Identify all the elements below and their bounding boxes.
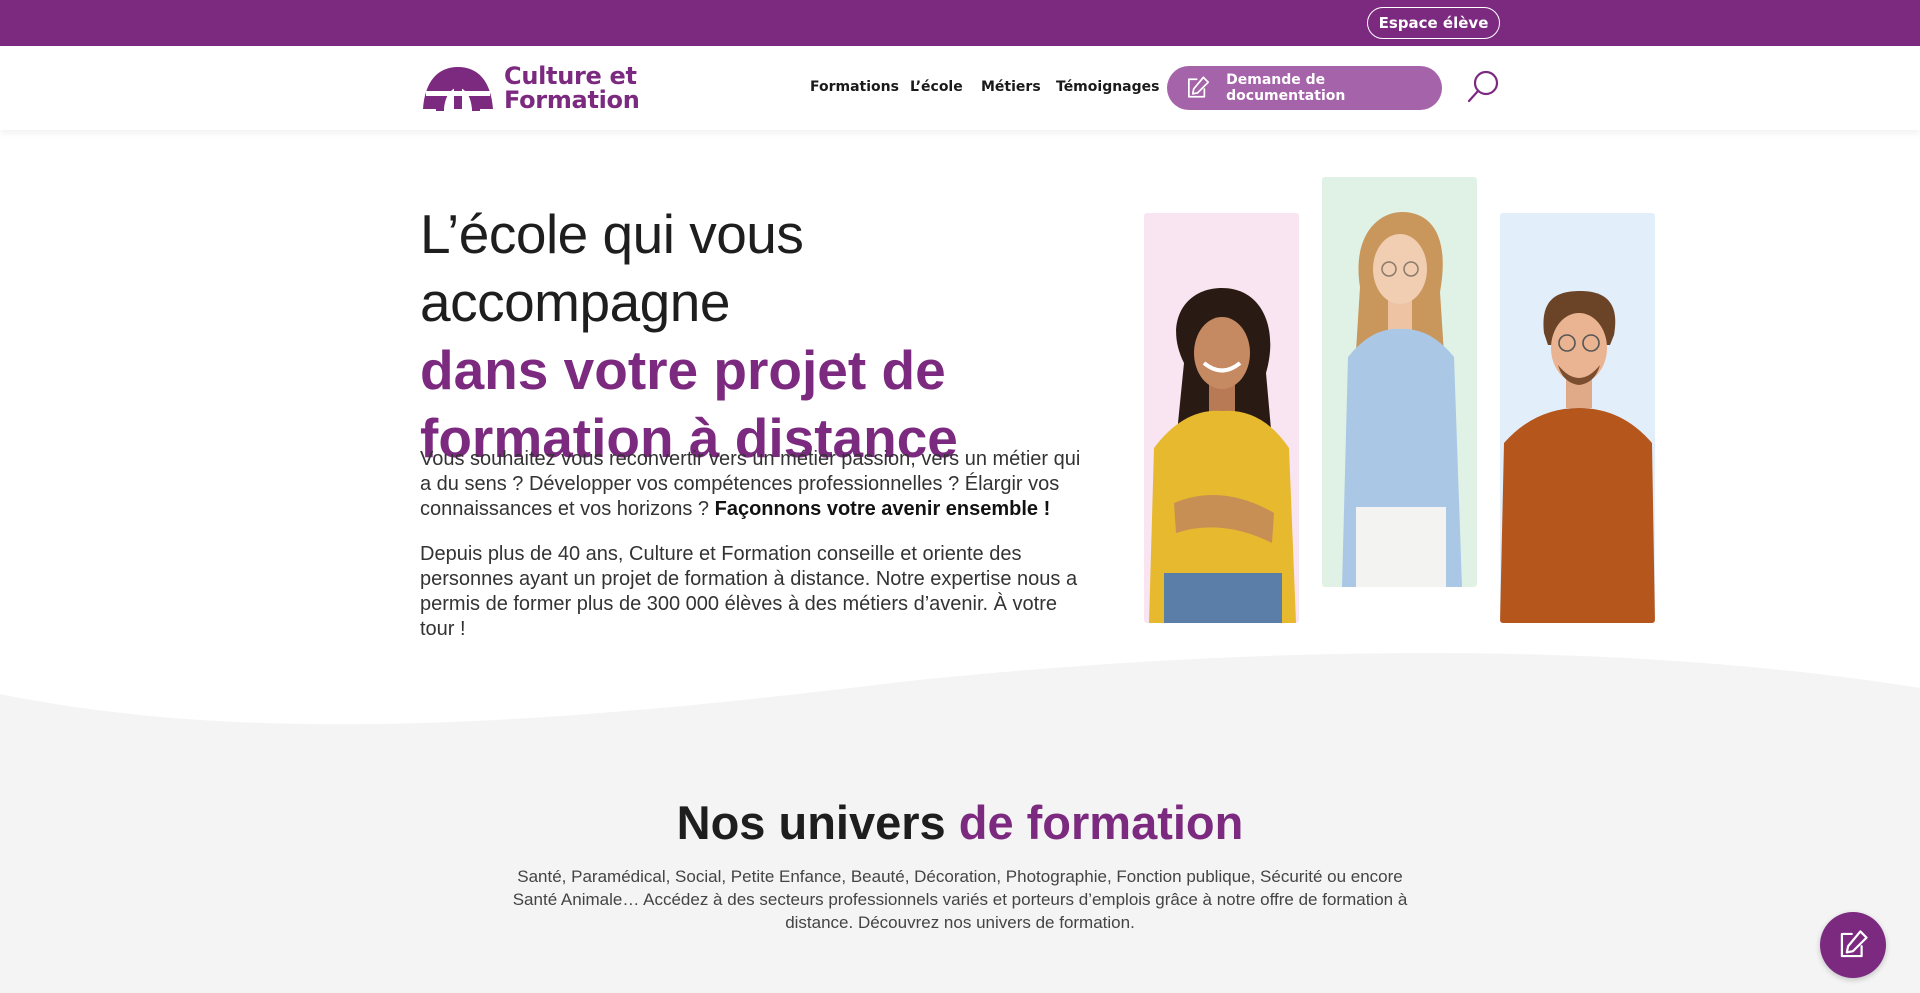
logo-line-1: Culture et bbox=[504, 62, 637, 90]
person-illustration-2 bbox=[1342, 212, 1462, 587]
hero-title-line-1: L’école qui vous accompagne bbox=[420, 203, 804, 333]
univers-title-bold: de formation bbox=[958, 796, 1244, 849]
edit-icon bbox=[1187, 76, 1210, 98]
person-illustration-3 bbox=[1500, 291, 1655, 623]
logo[interactable]: Culture et Formation bbox=[422, 64, 640, 112]
documentation-request-button[interactable]: Demande de documentation bbox=[1167, 66, 1442, 110]
photo-woman-blue-shirt bbox=[1322, 177, 1477, 587]
logo-line-2: Formation bbox=[504, 86, 640, 114]
nav-ecole[interactable]: L’école bbox=[910, 79, 963, 95]
hero-paragraph-2: Depuis plus de 40 ans, Culture et Format… bbox=[420, 543, 1078, 640]
search-icon[interactable] bbox=[1466, 68, 1502, 104]
edit-icon bbox=[1840, 930, 1868, 958]
hero-title-line-2: dans votre projet de bbox=[420, 339, 946, 401]
univers-title-normal: Nos univers bbox=[676, 796, 959, 849]
header: Culture et Formation Formations L’école … bbox=[0, 46, 1920, 130]
floating-documentation-button[interactable] bbox=[1820, 912, 1886, 978]
univers-description: Santé, Paramédical, Social, Petite Enfan… bbox=[512, 867, 1408, 932]
documentation-button-label: Demande de documentation bbox=[1226, 72, 1346, 104]
photo-man-orange-sweater bbox=[1500, 213, 1655, 623]
nav-temoignages[interactable]: Témoignages bbox=[1056, 79, 1159, 95]
espace-eleve-button[interactable]: Espace élève bbox=[1367, 7, 1500, 39]
top-bar: Espace élève bbox=[0, 0, 1920, 46]
photo-woman-yellow-sweater bbox=[1144, 213, 1299, 623]
univers-title: Nos univers de formation bbox=[0, 795, 1920, 850]
hero-paragraph-1: Vous souhaitez vous reconvertir vers un … bbox=[420, 447, 1090, 522]
logo-icon bbox=[423, 67, 493, 111]
hero-title: L’école qui vous accompagne dans votre p… bbox=[420, 200, 1100, 472]
nav-formations[interactable]: Formations bbox=[810, 79, 899, 95]
nav-metiers[interactable]: Métiers bbox=[981, 79, 1041, 95]
logo-text: Culture et Formation bbox=[504, 64, 640, 112]
hero-paragraph-1-bold: Façonnons votre avenir ensemble ! bbox=[714, 498, 1051, 520]
person-illustration-1 bbox=[1149, 288, 1296, 623]
